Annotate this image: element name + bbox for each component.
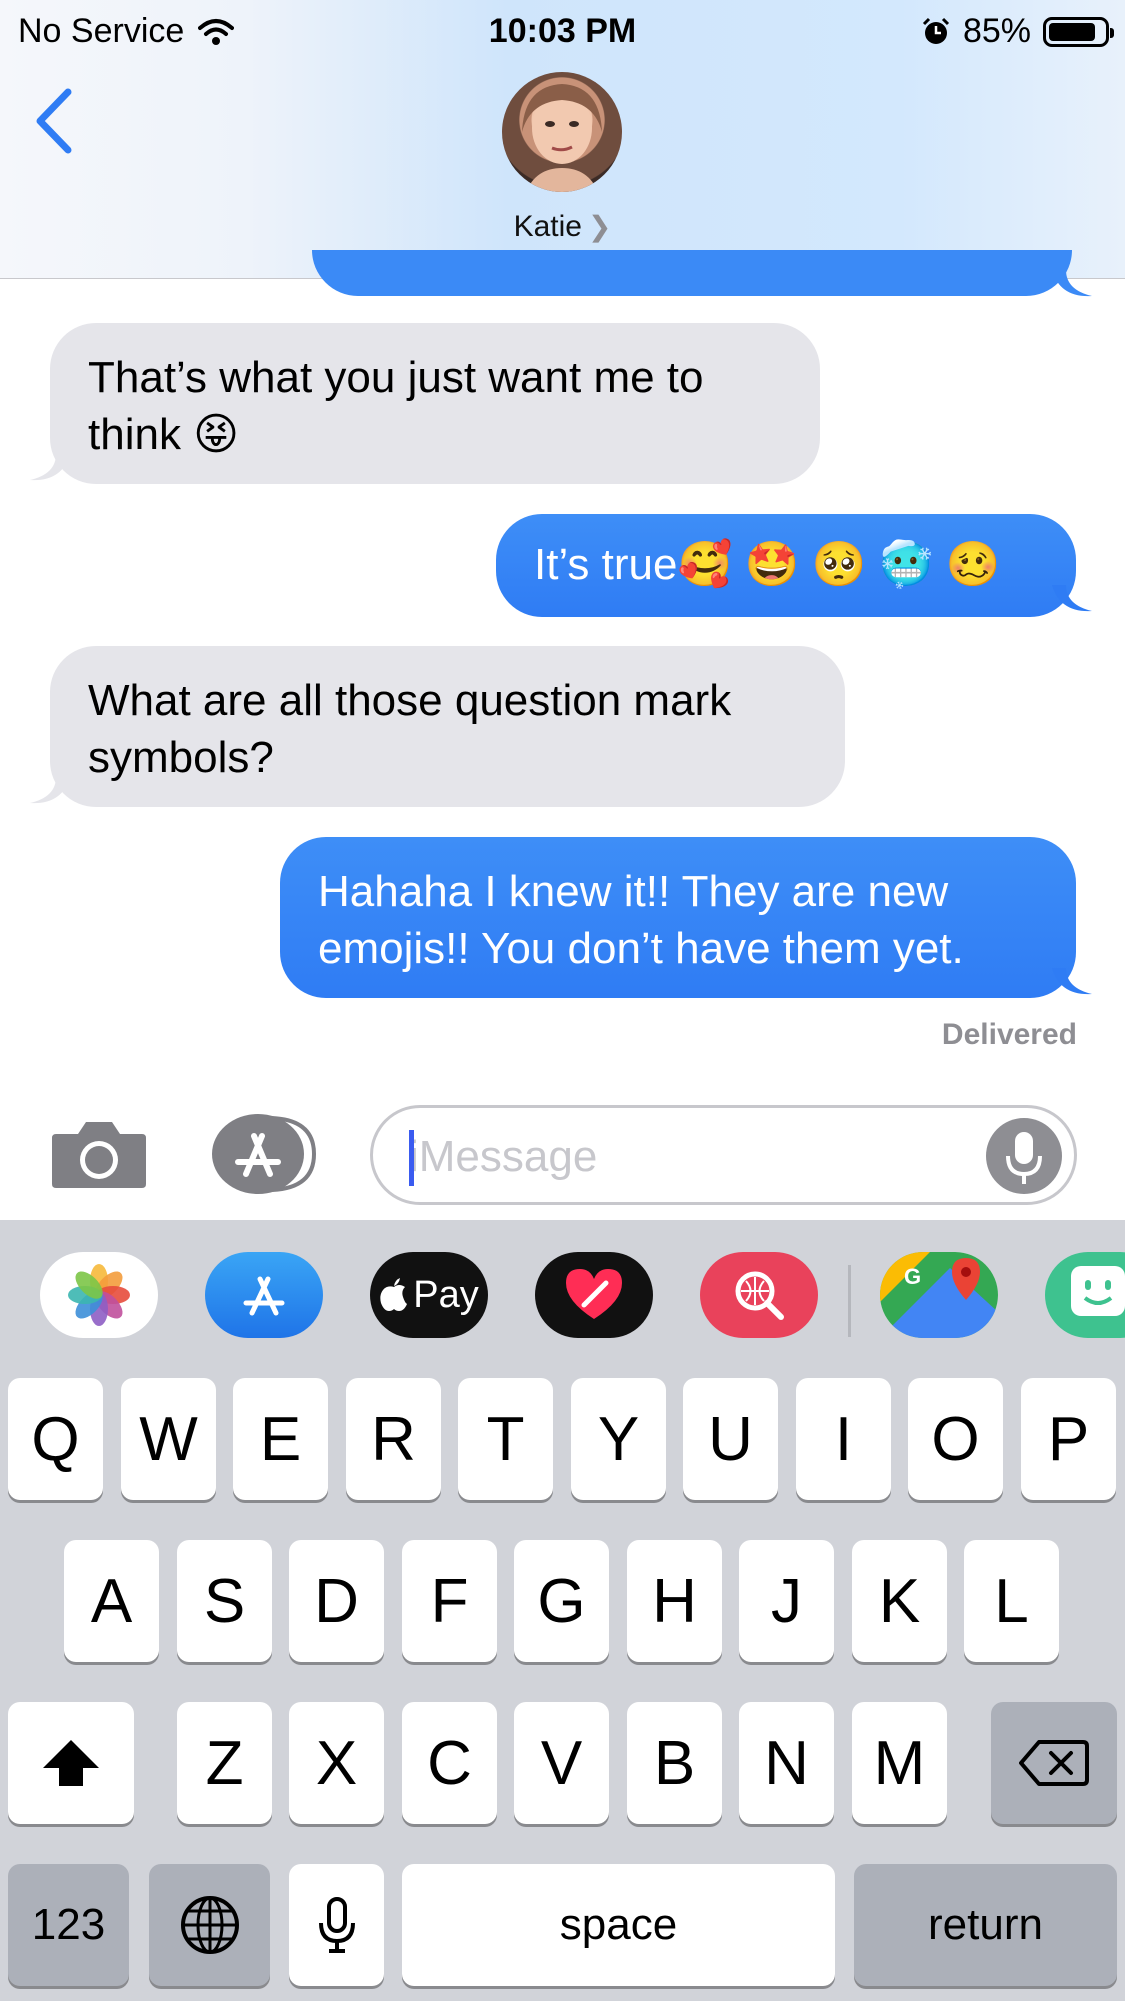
key-e[interactable]: E bbox=[233, 1378, 328, 1500]
bubble-tail bbox=[30, 777, 70, 804]
battery-percent: 85% bbox=[962, 12, 1031, 50]
message-incoming[interactable]: What are all those question mark symbols… bbox=[50, 646, 845, 807]
apple-pay-label: Pay bbox=[413, 1273, 479, 1316]
key-l[interactable]: L bbox=[964, 1540, 1059, 1662]
globe-key[interactable] bbox=[149, 1864, 270, 1986]
key-n[interactable]: N bbox=[739, 1702, 834, 1824]
message-outgoing[interactable]: Hahaha I knew it!! They are new emojis!!… bbox=[280, 837, 1076, 998]
key-m[interactable]: M bbox=[852, 1702, 947, 1824]
app-store-icon[interactable] bbox=[210, 1112, 320, 1196]
numbers-key[interactable]: 123 bbox=[8, 1864, 129, 1986]
key-u[interactable]: U bbox=[683, 1378, 778, 1500]
apple-pay-icon[interactable]: Pay bbox=[370, 1252, 488, 1338]
microphone-icon bbox=[1006, 1132, 1042, 1184]
bubble-tail bbox=[1052, 270, 1092, 297]
text-cursor bbox=[409, 1130, 414, 1186]
globe-icon bbox=[180, 1896, 239, 1954]
return-key[interactable]: return bbox=[854, 1864, 1117, 1986]
key-d[interactable]: D bbox=[289, 1540, 384, 1662]
space-key[interactable]: space bbox=[402, 1864, 835, 1986]
photos-icon[interactable] bbox=[40, 1252, 158, 1338]
key-c[interactable]: C bbox=[402, 1702, 497, 1824]
avatar-photo bbox=[522, 84, 602, 192]
key-t[interactable]: T bbox=[458, 1378, 553, 1500]
battery-icon bbox=[1043, 16, 1114, 47]
web-images-search-icon[interactable] bbox=[700, 1252, 818, 1338]
previous-message-bubble bbox=[312, 250, 1072, 296]
bubble-tail bbox=[1052, 968, 1092, 995]
camera-icon[interactable] bbox=[50, 1118, 148, 1190]
key-b[interactable]: B bbox=[627, 1702, 722, 1824]
key-i[interactable]: I bbox=[796, 1378, 891, 1500]
key-x[interactable]: X bbox=[289, 1702, 384, 1824]
key-w[interactable]: W bbox=[121, 1378, 216, 1500]
key-j[interactable]: J bbox=[739, 1540, 834, 1662]
alarm-icon bbox=[922, 17, 949, 44]
key-p[interactable]: P bbox=[1021, 1378, 1116, 1500]
app-drawer: Pay G bbox=[0, 1220, 1125, 1370]
delivery-status: Delivered bbox=[941, 1018, 1077, 1051]
delete-key[interactable] bbox=[991, 1702, 1117, 1824]
key-r[interactable]: R bbox=[346, 1378, 441, 1500]
apple-logo-icon bbox=[380, 1278, 408, 1311]
message-outgoing[interactable]: It’s true🥰 🤩 🥺 🥶 🥴 bbox=[496, 514, 1076, 617]
key-k[interactable]: K bbox=[852, 1540, 947, 1662]
app-store-icon[interactable] bbox=[205, 1252, 323, 1338]
key-f[interactable]: F bbox=[402, 1540, 497, 1662]
chevron-right-icon: ❯ bbox=[587, 211, 612, 242]
dictation-button[interactable] bbox=[986, 1118, 1062, 1194]
contact-name-button[interactable]: Katie ❯ bbox=[0, 210, 1125, 244]
key-g[interactable]: G bbox=[514, 1540, 609, 1662]
status-bar: No Service 10:03 PM 85% bbox=[0, 0, 1125, 62]
key-h[interactable]: H bbox=[627, 1540, 722, 1662]
key-y[interactable]: Y bbox=[571, 1378, 666, 1500]
svg-text:G: G bbox=[904, 1264, 921, 1289]
key-a[interactable]: A bbox=[64, 1540, 159, 1662]
key-s[interactable]: S bbox=[177, 1540, 272, 1662]
contact-name: Katie bbox=[513, 210, 582, 243]
bubble-tail bbox=[30, 454, 70, 481]
key-z[interactable]: Z bbox=[177, 1702, 272, 1824]
conversation-header: No Service 10:03 PM 85% Katie ❯ bbox=[0, 0, 1125, 279]
shift-key[interactable] bbox=[8, 1702, 134, 1824]
bubble-tail bbox=[1052, 585, 1092, 612]
message-composer[interactable] bbox=[370, 1105, 1077, 1205]
battery-level bbox=[1049, 22, 1095, 41]
microphone-icon bbox=[318, 1897, 355, 1953]
app-drawer-divider bbox=[848, 1265, 851, 1337]
key-o[interactable]: O bbox=[908, 1378, 1003, 1500]
imessage-input[interactable] bbox=[407, 1126, 991, 1188]
memoji-icon[interactable] bbox=[1045, 1252, 1125, 1338]
key-v[interactable]: V bbox=[514, 1702, 609, 1824]
shift-icon bbox=[43, 1740, 99, 1786]
digital-touch-icon[interactable] bbox=[535, 1252, 653, 1338]
key-q[interactable]: Q bbox=[8, 1378, 103, 1500]
message-incoming[interactable]: That’s what you just want me to think 😝 bbox=[50, 323, 820, 484]
google-maps-icon[interactable]: G bbox=[880, 1252, 998, 1338]
contact-avatar[interactable] bbox=[502, 72, 622, 192]
dictation-key[interactable] bbox=[289, 1864, 384, 1986]
backspace-icon bbox=[1019, 1740, 1089, 1786]
chevron-left-icon[interactable] bbox=[30, 86, 80, 156]
